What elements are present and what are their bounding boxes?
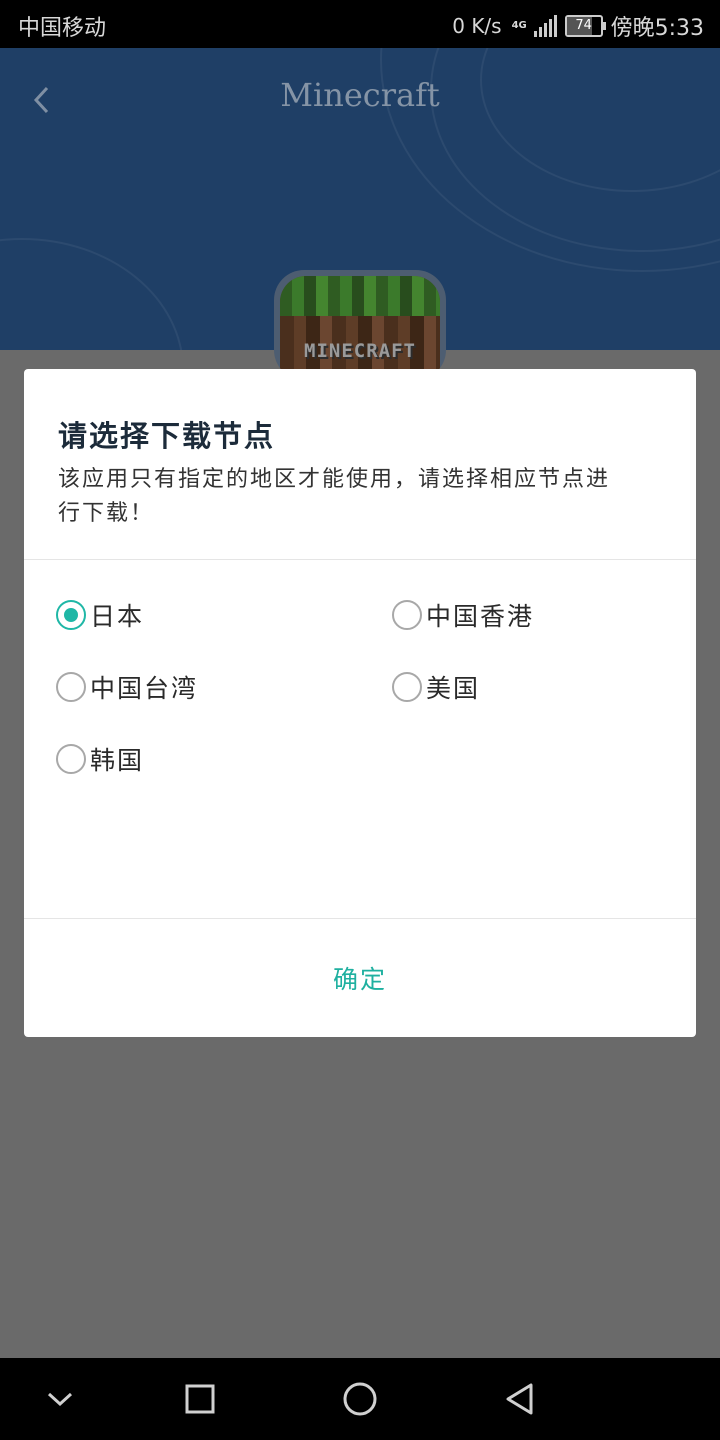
status-right: 0 K/s 4G 74 傍晚5:33 (452, 10, 704, 42)
option-label: 美国 (426, 674, 481, 703)
option-korea[interactable]: 韩国 (56, 739, 144, 779)
dialog-description: 该应用只有指定的地区才能使用，请选择相应节点进行下载！ (58, 467, 611, 526)
recent-apps-button[interactable] (170, 1374, 230, 1424)
chevron-down-icon (47, 1392, 73, 1407)
carrier-label: 中国移动 (18, 16, 107, 41)
network-speed: 0 K/s (452, 14, 502, 38)
radio-button[interactable] (392, 600, 422, 630)
minecraft-app-icon: MINECRAFT (280, 276, 440, 380)
option-usa[interactable]: 美国 (392, 667, 480, 707)
status-bar: 中国移动 0 K/s 4G 74 傍晚5:33 (0, 0, 720, 48)
radio-button[interactable] (392, 672, 422, 702)
back-nav-button[interactable] (490, 1374, 550, 1424)
download-node-dialog: 请选择下载节点 该应用只有指定的地区才能使用，请选择相应节点进行下载！ 日本 中… (24, 369, 696, 1037)
radio-button[interactable] (56, 744, 86, 774)
triangle-back-icon (506, 1383, 533, 1415)
signal-icon (533, 15, 557, 37)
screen: 中国移动 0 K/s 4G 74 傍晚5:33 Minecraft MINECR… (0, 0, 720, 1440)
option-label: 韩国 (90, 746, 145, 775)
option-taiwan[interactable]: 中国台湾 (56, 667, 198, 707)
option-label: 日本 (90, 602, 145, 631)
network-type: 4G (511, 20, 527, 31)
option-hong-kong[interactable]: 中国香港 (392, 595, 534, 635)
circle-icon (343, 1382, 377, 1416)
home-button[interactable] (330, 1374, 390, 1424)
navigation-bar (0, 1358, 720, 1440)
square-icon (185, 1384, 215, 1414)
node-options: 日本 中国香港 中国台湾 美国 韩国 (24, 559, 696, 917)
app-icon-frame: MINECRAFT (274, 270, 446, 380)
page-title: Minecraft (280, 76, 440, 114)
app-logo-text: MINECRAFT (304, 340, 416, 362)
battery-level: 74 (575, 18, 592, 33)
radio-button[interactable] (56, 600, 86, 630)
dialog-title: 请选择下载节点 (58, 419, 276, 453)
radio-button[interactable] (56, 672, 86, 702)
hide-nav-button[interactable] (30, 1374, 90, 1424)
option-label: 中国台湾 (90, 674, 199, 703)
option-japan[interactable]: 日本 (56, 595, 144, 635)
confirm-button[interactable]: 确定 (24, 919, 696, 1037)
clock: 傍晚5:33 (610, 16, 704, 41)
battery-icon: 74 (564, 15, 606, 37)
option-label: 中国香港 (426, 602, 535, 631)
